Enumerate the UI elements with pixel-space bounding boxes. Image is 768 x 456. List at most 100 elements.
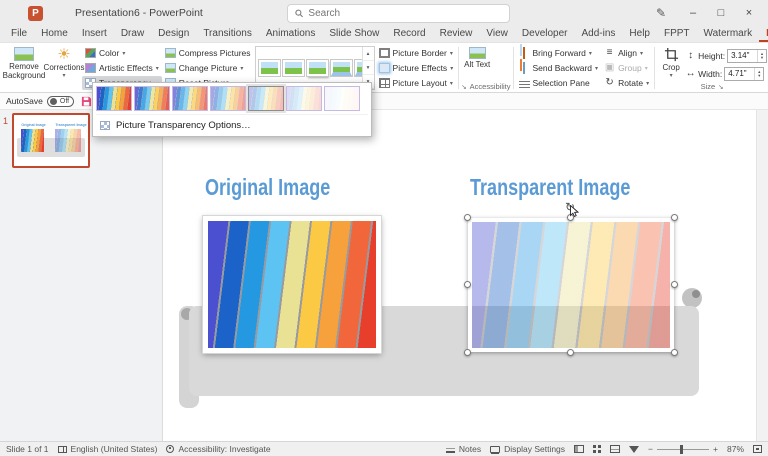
picture-effects-button[interactable]: Picture Effects ▾ xyxy=(376,61,457,75)
tab-developer[interactable]: Developer xyxy=(515,26,575,42)
group-button[interactable]: ▣ Group ▾ xyxy=(601,61,652,75)
bring-forward-button[interactable]: Bring Forward ▾ xyxy=(516,46,602,60)
picture-style-preview xyxy=(281,59,305,77)
tab-view[interactable]: View xyxy=(479,26,515,42)
tab-slide-show[interactable]: Slide Show xyxy=(322,26,386,42)
tab-insert[interactable]: Insert xyxy=(75,26,114,42)
corrections-button[interactable]: ☀ Corrections ▾ xyxy=(44,44,85,92)
remove-background-button[interactable]: Remove Background xyxy=(2,44,46,92)
tab-help[interactable]: Help xyxy=(622,26,657,42)
transparency-option-15-percent[interactable] xyxy=(134,86,170,111)
search-box[interactable] xyxy=(287,4,510,23)
save-icon[interactable] xyxy=(81,96,92,107)
selection-handle[interactable] xyxy=(567,349,574,356)
slide-1-thumbnail[interactable]: Original Image Transparent Image xyxy=(12,113,90,168)
display-settings-button[interactable]: Display Settings xyxy=(490,444,565,454)
zoom-slider[interactable] xyxy=(657,444,710,454)
slide-canvas[interactable]: Original Image Transparent Image ↻ xyxy=(163,110,756,441)
transparency-option-30-percent[interactable] xyxy=(172,86,208,111)
width-input[interactable]: 4.71" ▴ ▾ xyxy=(724,66,765,81)
transparency-option-65-percent[interactable] xyxy=(248,86,284,111)
change-picture-button[interactable]: Change Picture ▾ xyxy=(162,61,254,75)
transparency-option-0-percent[interactable] xyxy=(96,86,132,111)
crop-button[interactable]: Crop ▾ xyxy=(657,44,685,81)
height-icon: ↕ xyxy=(688,49,694,61)
transparency-option-50-percent[interactable] xyxy=(210,86,246,111)
transparency-option-95-percent[interactable] xyxy=(324,86,360,111)
normal-view-button[interactable] xyxy=(574,445,585,453)
selection-handle[interactable] xyxy=(464,214,471,221)
transparent-image xyxy=(468,218,674,352)
slideshow-view-button[interactable] xyxy=(629,445,640,453)
original-image-title[interactable]: Original Image xyxy=(205,174,330,201)
ink-pen-icon[interactable]: ✎ xyxy=(644,6,678,20)
zoom-in-button[interactable]: + xyxy=(713,444,718,454)
alt-text-button[interactable]: Alt Text xyxy=(461,44,493,81)
color-button[interactable]: Color ▾ xyxy=(82,46,162,60)
mini-original-label: Original Image xyxy=(21,123,46,128)
gallery-up-icon[interactable]: ▴ xyxy=(362,47,374,61)
original-image[interactable] xyxy=(202,215,382,354)
picture-layout-button[interactable]: Picture Layout ▾ xyxy=(376,76,457,90)
artistic-effects-button[interactable]: Artistic Effects ▾ xyxy=(82,61,162,75)
search-input[interactable] xyxy=(308,8,502,19)
rotate-button[interactable]: ↻ Rotate ▾ xyxy=(601,76,652,90)
send-backward-button[interactable]: Send Backward ▾ xyxy=(516,61,602,75)
tab-animations[interactable]: Animations xyxy=(259,26,322,42)
selection-handle[interactable] xyxy=(671,281,678,288)
picture-layout-icon xyxy=(378,78,390,88)
autosave-state: Off xyxy=(59,97,70,105)
fit-to-window-icon[interactable] xyxy=(753,445,762,453)
tab-fppt[interactable]: FPPT xyxy=(657,26,697,42)
notes-button[interactable]: Notes xyxy=(445,444,481,454)
tab-transitions[interactable]: Transitions xyxy=(196,26,259,42)
chevron-down-icon: ▾ xyxy=(240,65,244,72)
height-spinner[interactable]: ▴ ▾ xyxy=(757,49,766,62)
close-button[interactable]: × xyxy=(736,2,762,24)
zoom-level[interactable]: 87% xyxy=(727,444,744,454)
language-status[interactable]: English (United States) xyxy=(57,444,157,454)
accessibility-status[interactable]: Accessibility: Investigate xyxy=(166,444,271,454)
vertical-scrollbar[interactable] xyxy=(756,110,768,441)
tab-design[interactable]: Design xyxy=(151,26,196,42)
width-spinner[interactable]: ▴ ▾ xyxy=(754,67,763,80)
tab-picture-format[interactable]: Picture Format xyxy=(759,26,768,42)
selection-handle[interactable] xyxy=(464,349,471,356)
dialog-launcher-icon[interactable]: ↘ xyxy=(461,83,466,91)
tab-home[interactable]: Home xyxy=(34,26,75,42)
zoom-out-button[interactable]: − xyxy=(648,444,653,454)
crop-label: Crop xyxy=(662,63,680,72)
selection-pane-button[interactable]: Selection Pane xyxy=(516,76,602,90)
tab-draw[interactable]: Draw xyxy=(114,26,151,42)
tab-record[interactable]: Record xyxy=(386,26,432,42)
compress-pictures-button[interactable]: Compress Pictures xyxy=(162,46,254,60)
slide-sorter-view-button[interactable] xyxy=(593,445,597,448)
selection-handle[interactable] xyxy=(671,349,678,356)
reading-view-button[interactable] xyxy=(610,445,621,453)
tab-add-ins[interactable]: Add-ins xyxy=(575,26,623,42)
transparent-image-selected[interactable]: ↻ xyxy=(464,200,678,356)
transparency-preview xyxy=(325,87,359,110)
picture-transparency-options-item[interactable]: Picture Transparency Options… xyxy=(96,114,368,133)
chevron-down-icon: ▾ xyxy=(639,50,643,57)
tab-watermark[interactable]: Watermark xyxy=(697,26,760,42)
color-label: Color xyxy=(99,48,120,58)
zoom-slider-thumb[interactable] xyxy=(680,444,684,454)
transparent-image-title[interactable]: Transparent Image xyxy=(470,174,630,201)
zoom-control: − + xyxy=(648,444,718,454)
tab-file[interactable]: File xyxy=(4,26,34,42)
transparency-option-80-percent[interactable] xyxy=(286,86,322,111)
picture-border-button[interactable]: Picture Border ▾ xyxy=(376,46,457,60)
transparency-options-label: Picture Transparency Options… xyxy=(116,120,251,131)
align-button[interactable]: ≡ Align ▾ xyxy=(601,46,652,60)
powerpoint-logo-icon: P xyxy=(28,5,43,21)
selection-handle[interactable] xyxy=(464,281,471,288)
maximize-button[interactable]: □ xyxy=(708,2,734,24)
tab-review[interactable]: Review xyxy=(433,26,480,42)
minimize-button[interactable]: – xyxy=(680,2,706,24)
gallery-down-icon[interactable]: ▾ xyxy=(362,61,374,75)
dialog-launcher-icon[interactable]: ↘ xyxy=(718,83,723,91)
height-input[interactable]: 3.14" ▴ ▾ xyxy=(727,48,768,63)
autosave-toggle[interactable]: AutoSave Off xyxy=(6,95,74,107)
selection-handle[interactable] xyxy=(671,214,678,221)
